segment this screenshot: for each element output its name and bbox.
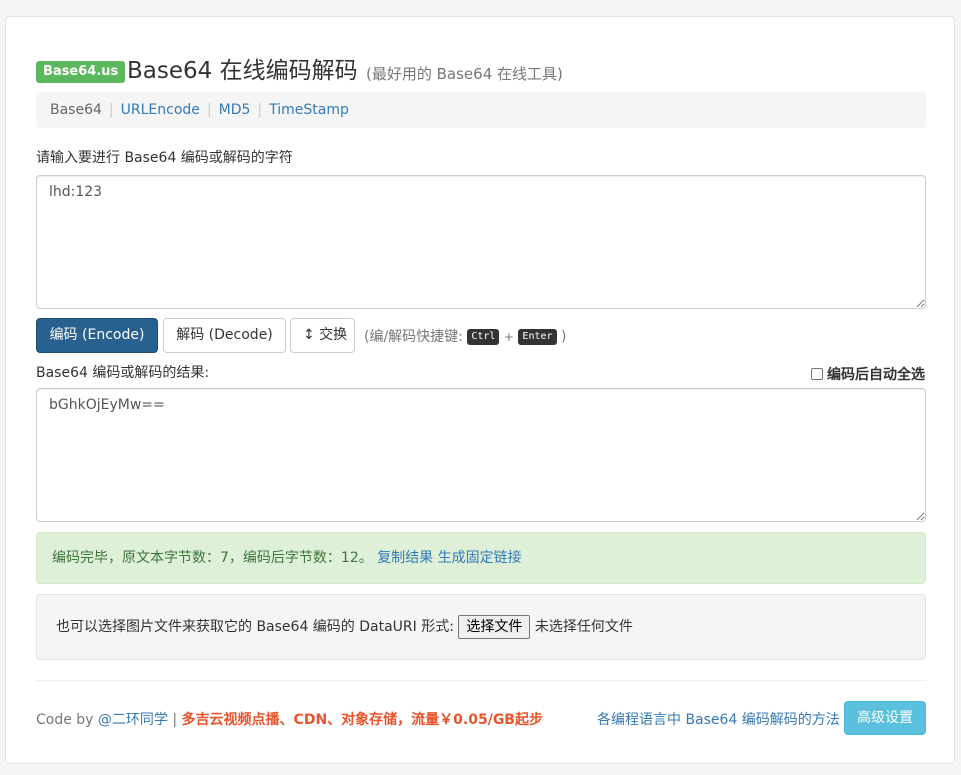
- nav-item-timestamp[interactable]: TimeStamp: [269, 102, 349, 118]
- author-link[interactable]: @二环同学: [98, 712, 168, 728]
- ctrl-key: Ctrl: [467, 329, 500, 345]
- copy-result-link[interactable]: 复制结果: [377, 550, 433, 566]
- nav-item-urlencode[interactable]: URLEncode: [121, 102, 200, 118]
- encode-button[interactable]: 编码 (Encode): [36, 318, 158, 353]
- page-title: Base64 在线编码解码: [127, 58, 358, 84]
- nav-separator: |: [206, 102, 212, 118]
- brand-badge: Base64.us: [36, 61, 126, 83]
- input-textarea[interactable]: lhd:123: [36, 175, 926, 309]
- status-alert: 编码完毕，原文本字节数：7，编码后字节数：12。 复制结果 生成固定链接: [36, 532, 926, 584]
- auto-select-option[interactable]: 编码后自动全选: [811, 364, 925, 384]
- advanced-settings-button[interactable]: 高级设置: [844, 701, 926, 735]
- shortcut-prefix: (编/解码快捷键:: [364, 329, 463, 345]
- nav-separator: |: [108, 102, 114, 118]
- promo-link[interactable]: 多吉云视频点播、CDN、对象存储，流量￥0.05/GB起步: [182, 712, 543, 728]
- output-label: Base64 编码或解码的结果:: [36, 365, 210, 381]
- status-message: 编码完毕，原文本字节数：7，编码后字节数：12。: [52, 550, 373, 566]
- footer-credits: Code by @二环同学 | 多吉云视频点播、CDN、对象存储，流量￥0.05…: [36, 709, 543, 729]
- footer-divider: [36, 680, 926, 681]
- methods-link[interactable]: 各编程语言中 Base64 编码解码的方法: [597, 709, 840, 729]
- auto-select-label: 编码后自动全选: [827, 367, 925, 383]
- main-panel: Base64.us Base64 在线编码解码 (最好用的 Base64 在线工…: [5, 16, 955, 764]
- input-label: 请输入要进行 Base64 编码或解码的字符: [36, 150, 293, 166]
- shortcut-hint: (编/解码快捷键: Ctrl + Enter ): [364, 326, 566, 346]
- file-datauri-section: 也可以选择图片文件来获取它的 Base64 编码的 DataURI 形式: 选择…: [36, 594, 926, 660]
- shortcut-suffix: ): [560, 329, 567, 345]
- decode-button[interactable]: 解码 (Decode): [163, 318, 286, 353]
- code-by-text: Code by: [36, 712, 94, 728]
- enter-key: Enter: [518, 329, 557, 345]
- choose-file-button[interactable]: 选择文件: [458, 615, 531, 639]
- auto-select-checkbox[interactable]: [811, 368, 823, 380]
- no-file-text: 未选择任何文件: [534, 619, 633, 635]
- fixed-link-link[interactable]: 生成固定链接: [438, 550, 522, 566]
- nav-separator: |: [257, 102, 263, 118]
- breadcrumb-nav: Base64 | URLEncode | MD5 | TimeStamp: [36, 92, 926, 128]
- page-subtitle: (最好用的 Base64 在线工具): [366, 65, 563, 83]
- footer-separator: |: [172, 712, 178, 728]
- swap-button[interactable]: ↕ 交换: [290, 318, 355, 353]
- output-textarea[interactable]: bGhkOjEyMw==: [36, 388, 926, 522]
- file-description: 也可以选择图片文件来获取它的 Base64 编码的 DataURI 形式:: [56, 619, 454, 635]
- nav-item-md5[interactable]: MD5: [219, 102, 251, 118]
- shortcut-plus: +: [503, 330, 514, 344]
- nav-item-base64[interactable]: Base64: [50, 102, 102, 118]
